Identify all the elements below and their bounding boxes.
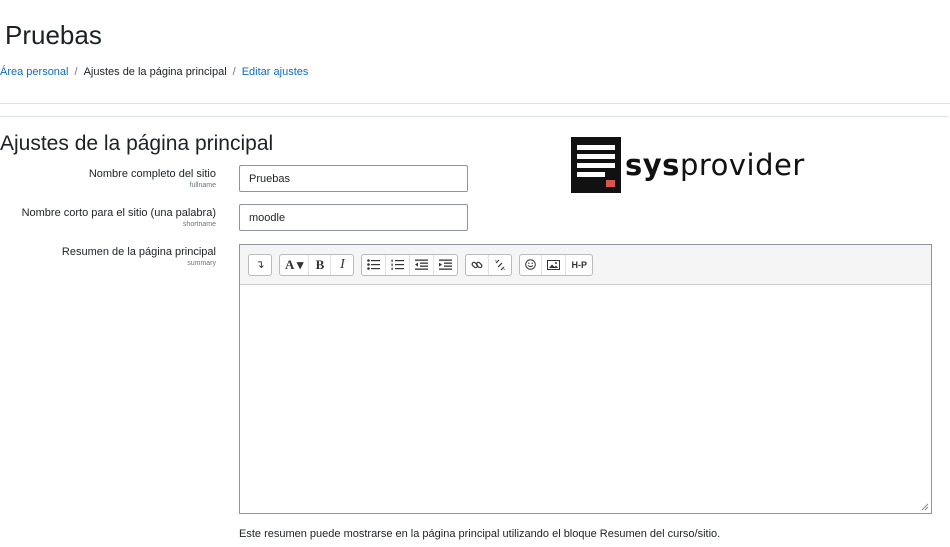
breadcrumb-area-personal[interactable]: Área personal xyxy=(0,66,69,78)
shortname-label: Nombre corto para el sitio (una palabra)… xyxy=(21,207,216,228)
page-title: Pruebas xyxy=(5,20,102,50)
unlink-icon[interactable] xyxy=(489,255,511,275)
summary-label: Resumen de la página principal summary xyxy=(61,246,216,267)
image-icon[interactable] xyxy=(542,254,567,275)
summary-editor-content[interactable] xyxy=(240,285,931,513)
h5p-button[interactable]: H-P xyxy=(566,255,592,275)
shortname-input[interactable] xyxy=(239,204,468,231)
editor-toolbar: ↴ A ▾ B I H-P xyxy=(240,245,931,285)
emoticon-icon[interactable] xyxy=(520,254,543,275)
breadcrumb-editar-ajustes[interactable]: Editar ajustes xyxy=(242,66,309,78)
header-divider xyxy=(0,103,950,104)
italic-button[interactable]: I xyxy=(331,255,353,275)
breadcrumb-separator: / xyxy=(232,66,236,78)
logo-mark-icon xyxy=(571,137,621,193)
fullname-input[interactable] xyxy=(239,165,468,192)
unordered-list-icon[interactable] xyxy=(362,254,387,275)
fullname-label: Nombre completo del sitio fullname xyxy=(88,168,216,189)
summary-editor: ↴ A ▾ B I H-P xyxy=(239,244,932,514)
link-icon[interactable] xyxy=(466,254,490,275)
summary-help-text: Este resumen puede mostrarse en la págin… xyxy=(239,528,721,540)
font-style-button[interactable]: A ▾ xyxy=(280,254,310,275)
breadcrumb-separator: / xyxy=(74,66,78,78)
sysprovider-logo: sysprovider xyxy=(571,137,805,193)
toolbar-collapse-button[interactable]: ↴ xyxy=(249,255,271,275)
outdent-icon[interactable] xyxy=(410,254,435,275)
bold-button[interactable]: B xyxy=(309,254,332,275)
section-title: Ajustes de la página principal xyxy=(0,132,274,155)
indent-icon[interactable] xyxy=(434,255,457,275)
logo-text: sysprovider xyxy=(625,148,805,182)
breadcrumb-ajustes: Ajustes de la página principal xyxy=(83,66,227,78)
breadcrumb: Área personal / Ajustes de la página pri… xyxy=(0,66,308,78)
resize-handle-icon[interactable] xyxy=(921,503,929,511)
ordered-list-icon[interactable] xyxy=(386,254,411,275)
